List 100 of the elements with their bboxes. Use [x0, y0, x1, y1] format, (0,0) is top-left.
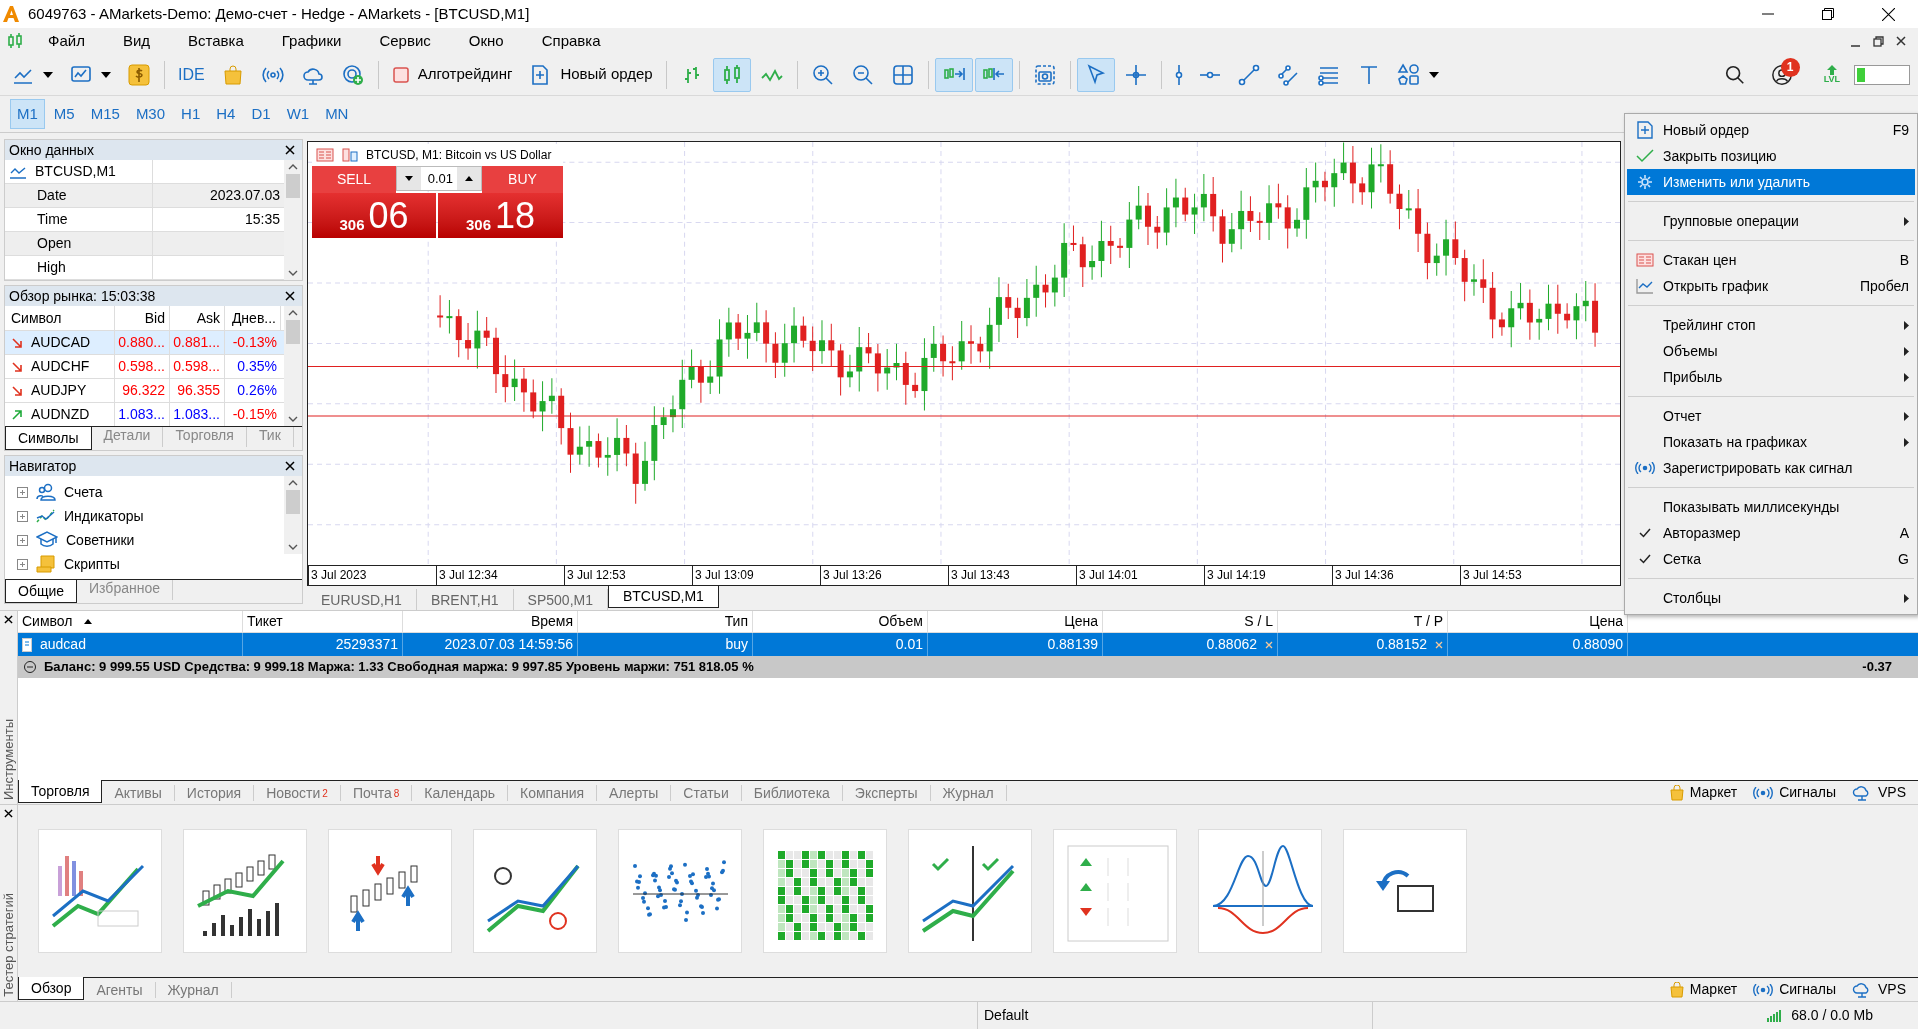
menu-item[interactable]: Открыть график Пробел	[1627, 273, 1915, 299]
column-header[interactable]: Ask	[196, 307, 220, 329]
panel-tab[interactable]: Торговля	[18, 780, 103, 803]
menu-bar-item[interactable]: Сервис	[367, 29, 443, 53]
shortcut-label: F9	[1892, 120, 1909, 140]
panel-tab[interactable]: Календарь	[412, 785, 509, 801]
new-order-button[interactable]: Новый ордер	[521, 57, 660, 92]
panel-tab[interactable]: Обзор	[18, 977, 85, 1000]
menu-item[interactable]: Объемы	[1627, 338, 1915, 364]
chart-title: BTCUSD, M1: Bitcoin vs US Dollar	[366, 147, 552, 164]
footer-link[interactable]: Сигналы	[1753, 979, 1836, 1000]
panel-tab[interactable]: Журнал	[155, 982, 232, 998]
buy-button[interactable]: BUY	[482, 166, 563, 193]
panel-tab[interactable]: Алерты	[597, 785, 672, 801]
timeframe-button[interactable]: MN	[318, 99, 356, 129]
panel-tab[interactable]: Библиотека	[741, 785, 843, 801]
daily-change: 0.26%	[237, 381, 277, 400]
menu-item[interactable]: Показывать миллисекунды	[1627, 494, 1915, 520]
field-value: 15:35	[244, 210, 280, 229]
timeframe-button[interactable]: H4	[209, 99, 243, 129]
panel-tab[interactable]: Активы	[102, 785, 175, 801]
column-header[interactable]: Цена	[928, 611, 1103, 632]
market-row[interactable]: AUDCHF 0.598... 0.598... 0.35%	[5, 354, 284, 378]
buy-price-panel[interactable]: 306 18	[438, 193, 563, 238]
column-header[interactable]: S / L	[1103, 611, 1278, 632]
column-header[interactable]: T / P	[1278, 611, 1448, 632]
panel-tab[interactable]: Эксперты	[842, 785, 931, 801]
menu-bar-item[interactable]: Окно	[456, 29, 516, 53]
ask-price: 0.881...	[173, 333, 220, 352]
time-axis-label: 3 Jul 12:53	[567, 568, 626, 582]
sell-price-panel[interactable]: 306 06	[312, 193, 436, 238]
menu-bar-item[interactable]: Графики	[269, 29, 354, 53]
footer-link[interactable]: VPS	[1852, 979, 1906, 1000]
chart-tab[interactable]: BTCUSD,M1	[607, 586, 719, 608]
menu-bar-item[interactable]: Файл	[36, 29, 97, 53]
column-header[interactable]: Bid	[144, 307, 165, 329]
table-cell-text: 2023.07.03 14:59:56	[444, 635, 573, 654]
shortcut-label: G	[1898, 549, 1909, 569]
menu-item[interactable]: Показать на графиках	[1627, 429, 1915, 455]
sell-button[interactable]: SELL	[312, 166, 396, 193]
timeframe-button[interactable]: M15	[83, 99, 127, 129]
menu-item[interactable]: Столбцы	[1627, 585, 1915, 611]
timeframe-button[interactable]: W1	[279, 99, 317, 129]
account-button[interactable]: 1	[1761, 57, 1802, 92]
navigator-item[interactable]: Советники	[5, 528, 284, 552]
menu-bar-item[interactable]: Вставка	[176, 29, 256, 53]
column-header[interactable]: Символ	[18, 611, 243, 632]
panel-tab[interactable]: Компания	[508, 785, 598, 801]
menu-item[interactable]: Трейлинг стоп	[1627, 312, 1915, 338]
panel-tab[interactable]: Статьи	[671, 785, 742, 801]
timeframe-button[interactable]: D1	[244, 99, 278, 129]
panel-side-label: Инструменты	[0, 718, 17, 800]
panel-tab[interactable]: Символы	[5, 427, 92, 450]
panel-tab[interactable]: Агенты	[84, 982, 156, 998]
algo-trading-button[interactable]: Алготрейдинг	[384, 57, 520, 92]
symbol-name: AUDCAD	[31, 333, 91, 352]
panel-tab[interactable]: Общие	[5, 580, 78, 603]
menu-bar-item[interactable]: Вид	[110, 29, 163, 53]
menu-item[interactable]: Стакан цен B	[1627, 247, 1915, 273]
shortcut-label: B	[1899, 250, 1909, 270]
panel-tab[interactable]: Новости2	[254, 785, 341, 801]
menu-item[interactable]: Изменить или удалить	[1627, 169, 1915, 195]
field-name: High	[37, 258, 66, 277]
position-row[interactable]: audcad 25293371 2023.07.03 14:59:56 buy 0.01 0.88139 0.88062 0.88152 0.88090	[18, 633, 1918, 656]
column-header[interactable]: Тикет	[243, 611, 403, 632]
footer-link[interactable]: VPS	[1852, 782, 1906, 803]
timeframe-button[interactable]: M1	[10, 99, 45, 129]
menu-item[interactable]: Зарегистрировать как сигнал	[1627, 455, 1915, 481]
column-header[interactable]: Днев...	[231, 307, 276, 329]
timeframe-button[interactable]: M5	[46, 99, 82, 129]
menu-item[interactable]: Прибыль	[1627, 364, 1915, 390]
market-row[interactable]: AUDNZD 1.083... 1.083... -0.15%	[5, 402, 284, 426]
navigator-item[interactable]: Индикаторы	[5, 504, 284, 528]
column-header[interactable]: Объем	[753, 611, 928, 632]
bid-price: 1.083...	[118, 405, 165, 424]
panel-tab[interactable]: Почта8	[340, 785, 413, 801]
menu-bar-item[interactable]: Справка	[529, 29, 613, 53]
footer-link[interactable]: Сигналы	[1753, 782, 1836, 803]
menu-item[interactable]: Новый ордер F9	[1627, 117, 1915, 143]
column-header[interactable]: Символ	[11, 307, 62, 329]
menu-item[interactable]: Закрыть позицию	[1627, 143, 1915, 169]
footer-link[interactable]: Маркет	[1669, 979, 1738, 1000]
ide-button[interactable]: IDE	[171, 57, 212, 92]
panel-tab[interactable]: Журнал	[930, 785, 1007, 801]
column-header[interactable]: Тип	[578, 611, 753, 632]
timeframe-button[interactable]: M30	[128, 99, 173, 129]
footer-link[interactable]: Маркет	[1669, 782, 1738, 803]
timeframe-button[interactable]: H1	[174, 99, 208, 129]
navigator-item[interactable]: Счета	[5, 480, 284, 504]
menu-item[interactable]: Отчет	[1627, 403, 1915, 429]
field-name: Time	[37, 210, 68, 229]
column-header[interactable]: Время	[403, 611, 578, 632]
menu-item[interactable]: Групповые операции	[1627, 208, 1915, 234]
menu-item[interactable]: Авторазмер A	[1627, 520, 1915, 546]
field-name: Open	[37, 234, 72, 253]
menu-item[interactable]: Сетка G	[1627, 546, 1915, 572]
panel-tab[interactable]: История	[174, 785, 255, 801]
market-row[interactable]: AUDJPY 96.322 96.355 0.26%	[5, 378, 284, 402]
navigator-item[interactable]: Скрипты	[5, 552, 284, 576]
market-row[interactable]: AUDCAD 0.880... 0.881... -0.13%	[5, 330, 284, 354]
